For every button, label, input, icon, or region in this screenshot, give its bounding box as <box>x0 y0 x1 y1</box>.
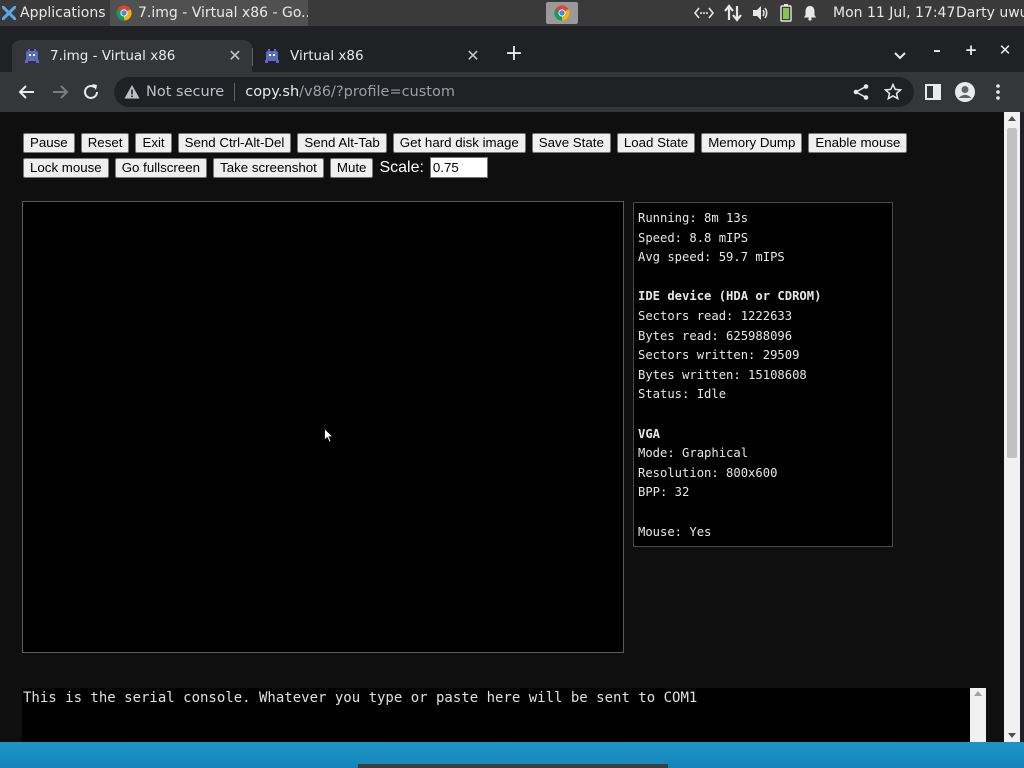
url-host: copy.sh <box>245 84 300 100</box>
avg-speed: Avg speed: 59.7 mIPS <box>638 250 785 265</box>
send-ctrl-alt-del-button[interactable]: Send Ctrl-Alt-Del <box>177 133 292 153</box>
page-scrollbar[interactable] <box>1004 112 1020 742</box>
go-fullscreen-button[interactable]: Go fullscreen <box>114 157 208 178</box>
bottom-dock[interactable] <box>358 764 668 768</box>
scrollbar-thumb[interactable] <box>1007 128 1017 458</box>
memory-dump-button[interactable]: Memory Dump <box>701 133 803 153</box>
tab-strip: 7.img - Virtual x86 ✕ Virtual x86 ✕ + – … <box>0 26 1024 72</box>
url-path: /v86/?profile=custom <box>299 84 455 100</box>
send-alt-tab-button[interactable]: Send Alt-Tab <box>297 133 387 153</box>
emulator-screen[interactable] <box>22 201 624 653</box>
tab-title: Virtual x86 <box>290 48 364 64</box>
ide-status: Status: Idle <box>638 387 727 402</box>
ide-header: IDE device (HDA or CDROM) <box>638 289 822 304</box>
vga-bpp: BPP: 32 <box>638 485 690 500</box>
mouse-pointer-icon <box>324 428 334 443</box>
scale-input[interactable] <box>429 157 488 178</box>
warning-triangle-icon[interactable] <box>124 84 140 100</box>
enable-mouse-button[interactable]: Enable mouse <box>808 133 908 153</box>
xfce-logo-icon <box>2 6 16 20</box>
chrome-icon <box>116 5 132 21</box>
v86-favicon-icon <box>25 49 39 63</box>
reload-icon[interactable] <box>79 80 103 104</box>
speed: Speed: 8.8 mIPS <box>638 230 749 245</box>
maximize-icon[interactable]: + <box>961 40 981 60</box>
bytes-read: Bytes read: 625988096 <box>638 328 793 343</box>
scroll-down-arrow-icon[interactable] <box>1008 733 1016 738</box>
lock-mouse-button[interactable]: Lock mouse <box>23 157 109 178</box>
scale-label: Scale: <box>379 158 424 176</box>
scroll-up-arrow-icon[interactable] <box>1008 116 1016 121</box>
scroll-up-arrow-icon[interactable] <box>974 691 982 696</box>
minimize-icon[interactable]: – <box>927 40 947 60</box>
bell-icon[interactable] <box>802 5 818 21</box>
tab-7img[interactable]: 7.img - Virtual x86 ✕ <box>12 40 252 72</box>
page-content: Pause Reset Exit Send Ctrl-Alt-Del Send … <box>0 112 1004 742</box>
back-arrow-icon[interactable] <box>15 80 39 104</box>
control-buttons-row-2: Lock mouse Go fullscreen Take screenshot… <box>23 157 488 178</box>
taskbar-window-title: 7.img - Virtual x86 - Go... <box>138 5 308 21</box>
sectors-written: Sectors written: 29509 <box>638 348 800 363</box>
get-hard-disk-image-button[interactable]: Get hard disk image <box>392 133 526 153</box>
save-state-button[interactable]: Save State <box>531 133 611 153</box>
serial-console-textarea[interactable]: This is the serial console. Whatever you… <box>22 688 986 742</box>
load-state-button[interactable]: Load State <box>616 133 696 153</box>
forward-arrow-icon[interactable] <box>48 80 72 104</box>
network-code-icon[interactable] <box>694 5 714 21</box>
taskbar-window-button[interactable]: 7.img - Virtual x86 - Go... <box>110 0 308 26</box>
tab-separator <box>252 48 253 66</box>
exit-button[interactable]: Exit <box>135 133 172 153</box>
vga-resolution: Resolution: 800x600 <box>638 465 778 480</box>
mute-button[interactable]: Mute <box>329 157 374 178</box>
v86-favicon-icon <box>265 49 279 63</box>
browser-window: 7.img - Virtual x86 ✕ Virtual x86 ✕ + – … <box>0 26 1024 742</box>
tab-title: 7.img - Virtual x86 <box>50 48 176 64</box>
battery-icon[interactable] <box>780 4 792 22</box>
system-tray <box>694 0 818 26</box>
serial-console-scrollbar[interactable] <box>970 688 986 742</box>
profile-avatar-icon[interactable] <box>955 82 975 102</box>
desktop-top-panel: Applications 7.img - Virtual x86 - Go... <box>0 0 1024 26</box>
runtime-info-panel: Running: 8m 13s Speed: 8.8 mIPS Avg spee… <box>633 202 893 547</box>
tab-virtual-x86[interactable]: Virtual x86 ✕ <box>252 40 490 72</box>
kebab-menu-icon[interactable] <box>988 82 1008 102</box>
close-window-icon[interactable]: ✕ <box>995 40 1015 60</box>
chrome-launcher[interactable] <box>546 2 578 24</box>
vga-mode: Mode: Graphical <box>638 446 749 461</box>
address-divider <box>234 83 236 101</box>
desktop-background <box>0 742 1024 768</box>
bytes-written: Bytes written: 15108608 <box>638 367 807 382</box>
side-panel-icon[interactable] <box>923 82 943 102</box>
browser-toolbar: Not secure copy.sh/v86/?profile=custom <box>0 72 1024 112</box>
window-edge <box>1020 112 1024 742</box>
applications-menu[interactable]: Applications <box>2 3 106 23</box>
sectors-read: Sectors read: 1222633 <box>638 308 793 323</box>
applications-label: Applications <box>20 5 106 21</box>
not-secure-label[interactable]: Not secure <box>146 84 224 100</box>
control-buttons-row-1: Pause Reset Exit Send Ctrl-Alt-Del Send … <box>23 133 908 153</box>
panel-clock[interactable]: Mon 11 Jul, 17:47 <box>833 5 955 21</box>
reset-button[interactable]: Reset <box>80 133 130 153</box>
pause-button[interactable]: Pause <box>23 133 75 153</box>
running-time: Running: 8m 13s <box>638 211 749 225</box>
take-screenshot-button[interactable]: Take screenshot <box>213 157 324 178</box>
volume-icon[interactable] <box>752 5 770 21</box>
vga-header: VGA <box>638 426 661 441</box>
bookmark-star-icon[interactable] <box>884 83 902 101</box>
tab-search-chevron-down-icon[interactable] <box>890 45 910 65</box>
panel-user-name[interactable]: Darty uwu <box>956 5 1024 21</box>
share-icon[interactable] <box>852 83 870 101</box>
new-tab-plus-icon[interactable]: + <box>502 43 526 67</box>
tab-close-icon[interactable]: ✕ <box>464 47 482 65</box>
chrome-icon <box>554 5 570 21</box>
mouse-status: Mouse: Yes <box>638 524 712 539</box>
address-bar[interactable]: Not secure copy.sh/v86/?profile=custom <box>114 77 914 107</box>
tab-close-icon[interactable]: ✕ <box>226 47 244 65</box>
transfer-arrows-icon[interactable] <box>724 4 742 22</box>
